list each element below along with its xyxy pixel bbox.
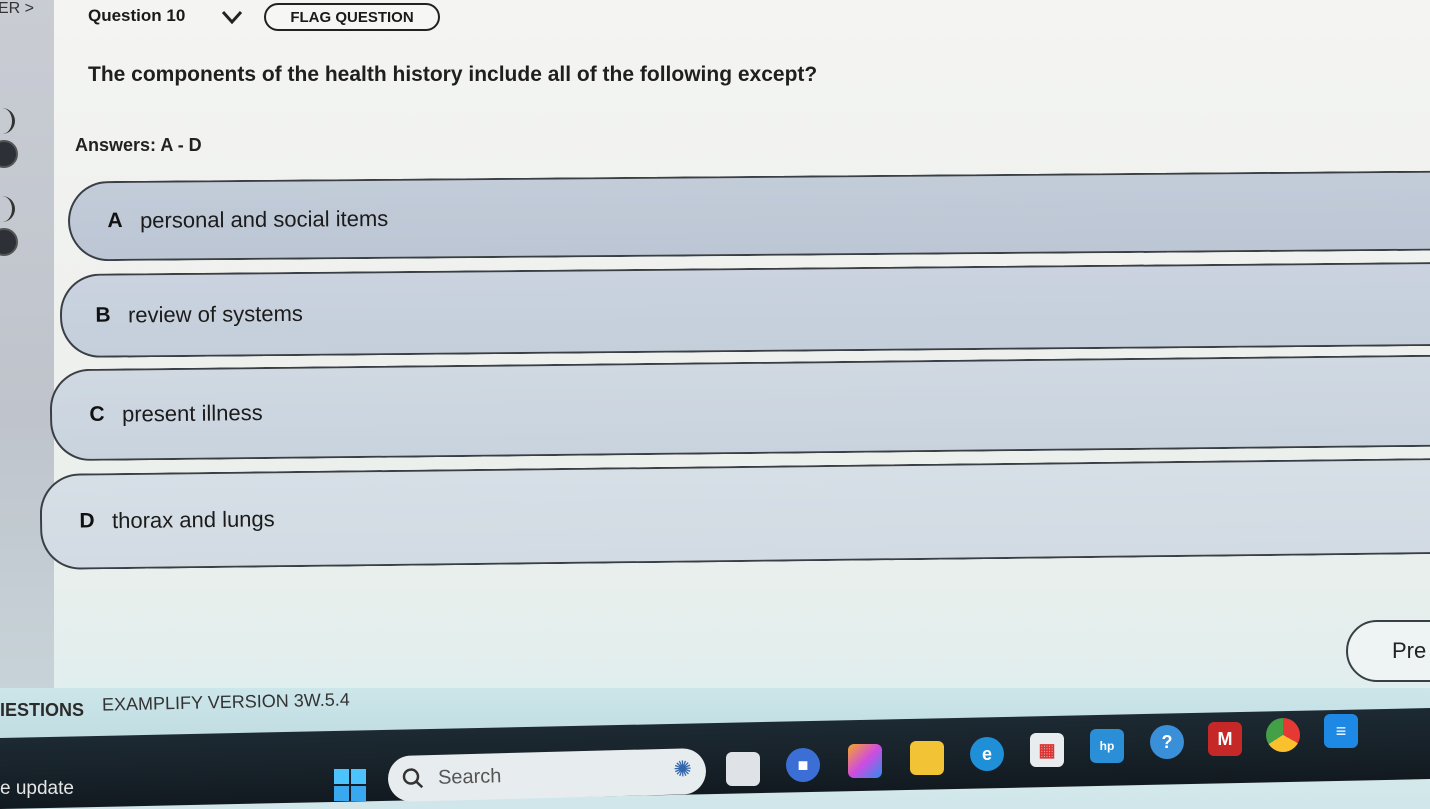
status-tick-icon	[0, 196, 15, 222]
answer-option-c[interactable]: C present illness	[49, 354, 1430, 462]
hp-icon[interactable]: hp	[1090, 729, 1124, 763]
update-notice[interactable]: e update	[0, 778, 74, 800]
search-highlight-icon: ✺	[673, 756, 693, 782]
answer-letter: A	[107, 208, 123, 233]
answer-option-a[interactable]: A personal and social items	[67, 170, 1430, 262]
answer-option-d[interactable]: D thorax and lungs	[39, 458, 1430, 570]
answer-letter: D	[79, 509, 95, 533]
flag-question-button[interactable]: FLAG QUESTION	[264, 3, 440, 31]
meet-icon[interactable]: ■	[786, 748, 820, 782]
question-number: Question 10	[88, 6, 186, 25]
question-status-icon[interactable]	[0, 228, 18, 256]
file-explorer-icon[interactable]	[910, 741, 944, 775]
question-status-icon[interactable]	[0, 140, 18, 168]
search-icon	[402, 768, 424, 789]
previous-button[interactable]: Pre	[1346, 620, 1430, 682]
taskbar-search[interactable]: Search ✺	[387, 747, 707, 803]
answer-text: present illness	[121, 400, 263, 427]
edge-icon[interactable]: e	[970, 737, 1004, 771]
answer-text: thorax and lungs	[111, 506, 275, 534]
answer-letter: B	[95, 303, 111, 327]
search-placeholder: Search	[437, 764, 502, 789]
sidebar-breadcrumb[interactable]: ER >	[0, 0, 34, 18]
answer-letter: C	[89, 402, 105, 426]
chevron-down-icon[interactable]	[220, 7, 244, 27]
task-view-icon[interactable]	[726, 752, 760, 786]
windows-start-icon[interactable]	[333, 768, 367, 802]
mcafee-icon[interactable]: M	[1208, 722, 1242, 756]
left-sidebar: ER >	[0, 0, 54, 690]
store-icon[interactable]: ▦	[1030, 733, 1064, 767]
copilot-icon[interactable]	[848, 744, 882, 778]
answer-option-b[interactable]: B review of systems	[59, 261, 1430, 359]
chrome-icon[interactable]	[1266, 718, 1300, 752]
question-text: The components of the health history inc…	[88, 63, 818, 86]
status-tick-icon	[0, 108, 15, 134]
questions-link[interactable]: IESTIONS	[0, 700, 84, 721]
answer-text: review of systems	[127, 300, 303, 328]
help-icon[interactable]: ?	[1150, 725, 1184, 759]
app-icon[interactable]: ≡	[1324, 714, 1358, 748]
answer-text: personal and social items	[139, 205, 389, 233]
answers-range: Answers: A - D	[75, 135, 202, 155]
